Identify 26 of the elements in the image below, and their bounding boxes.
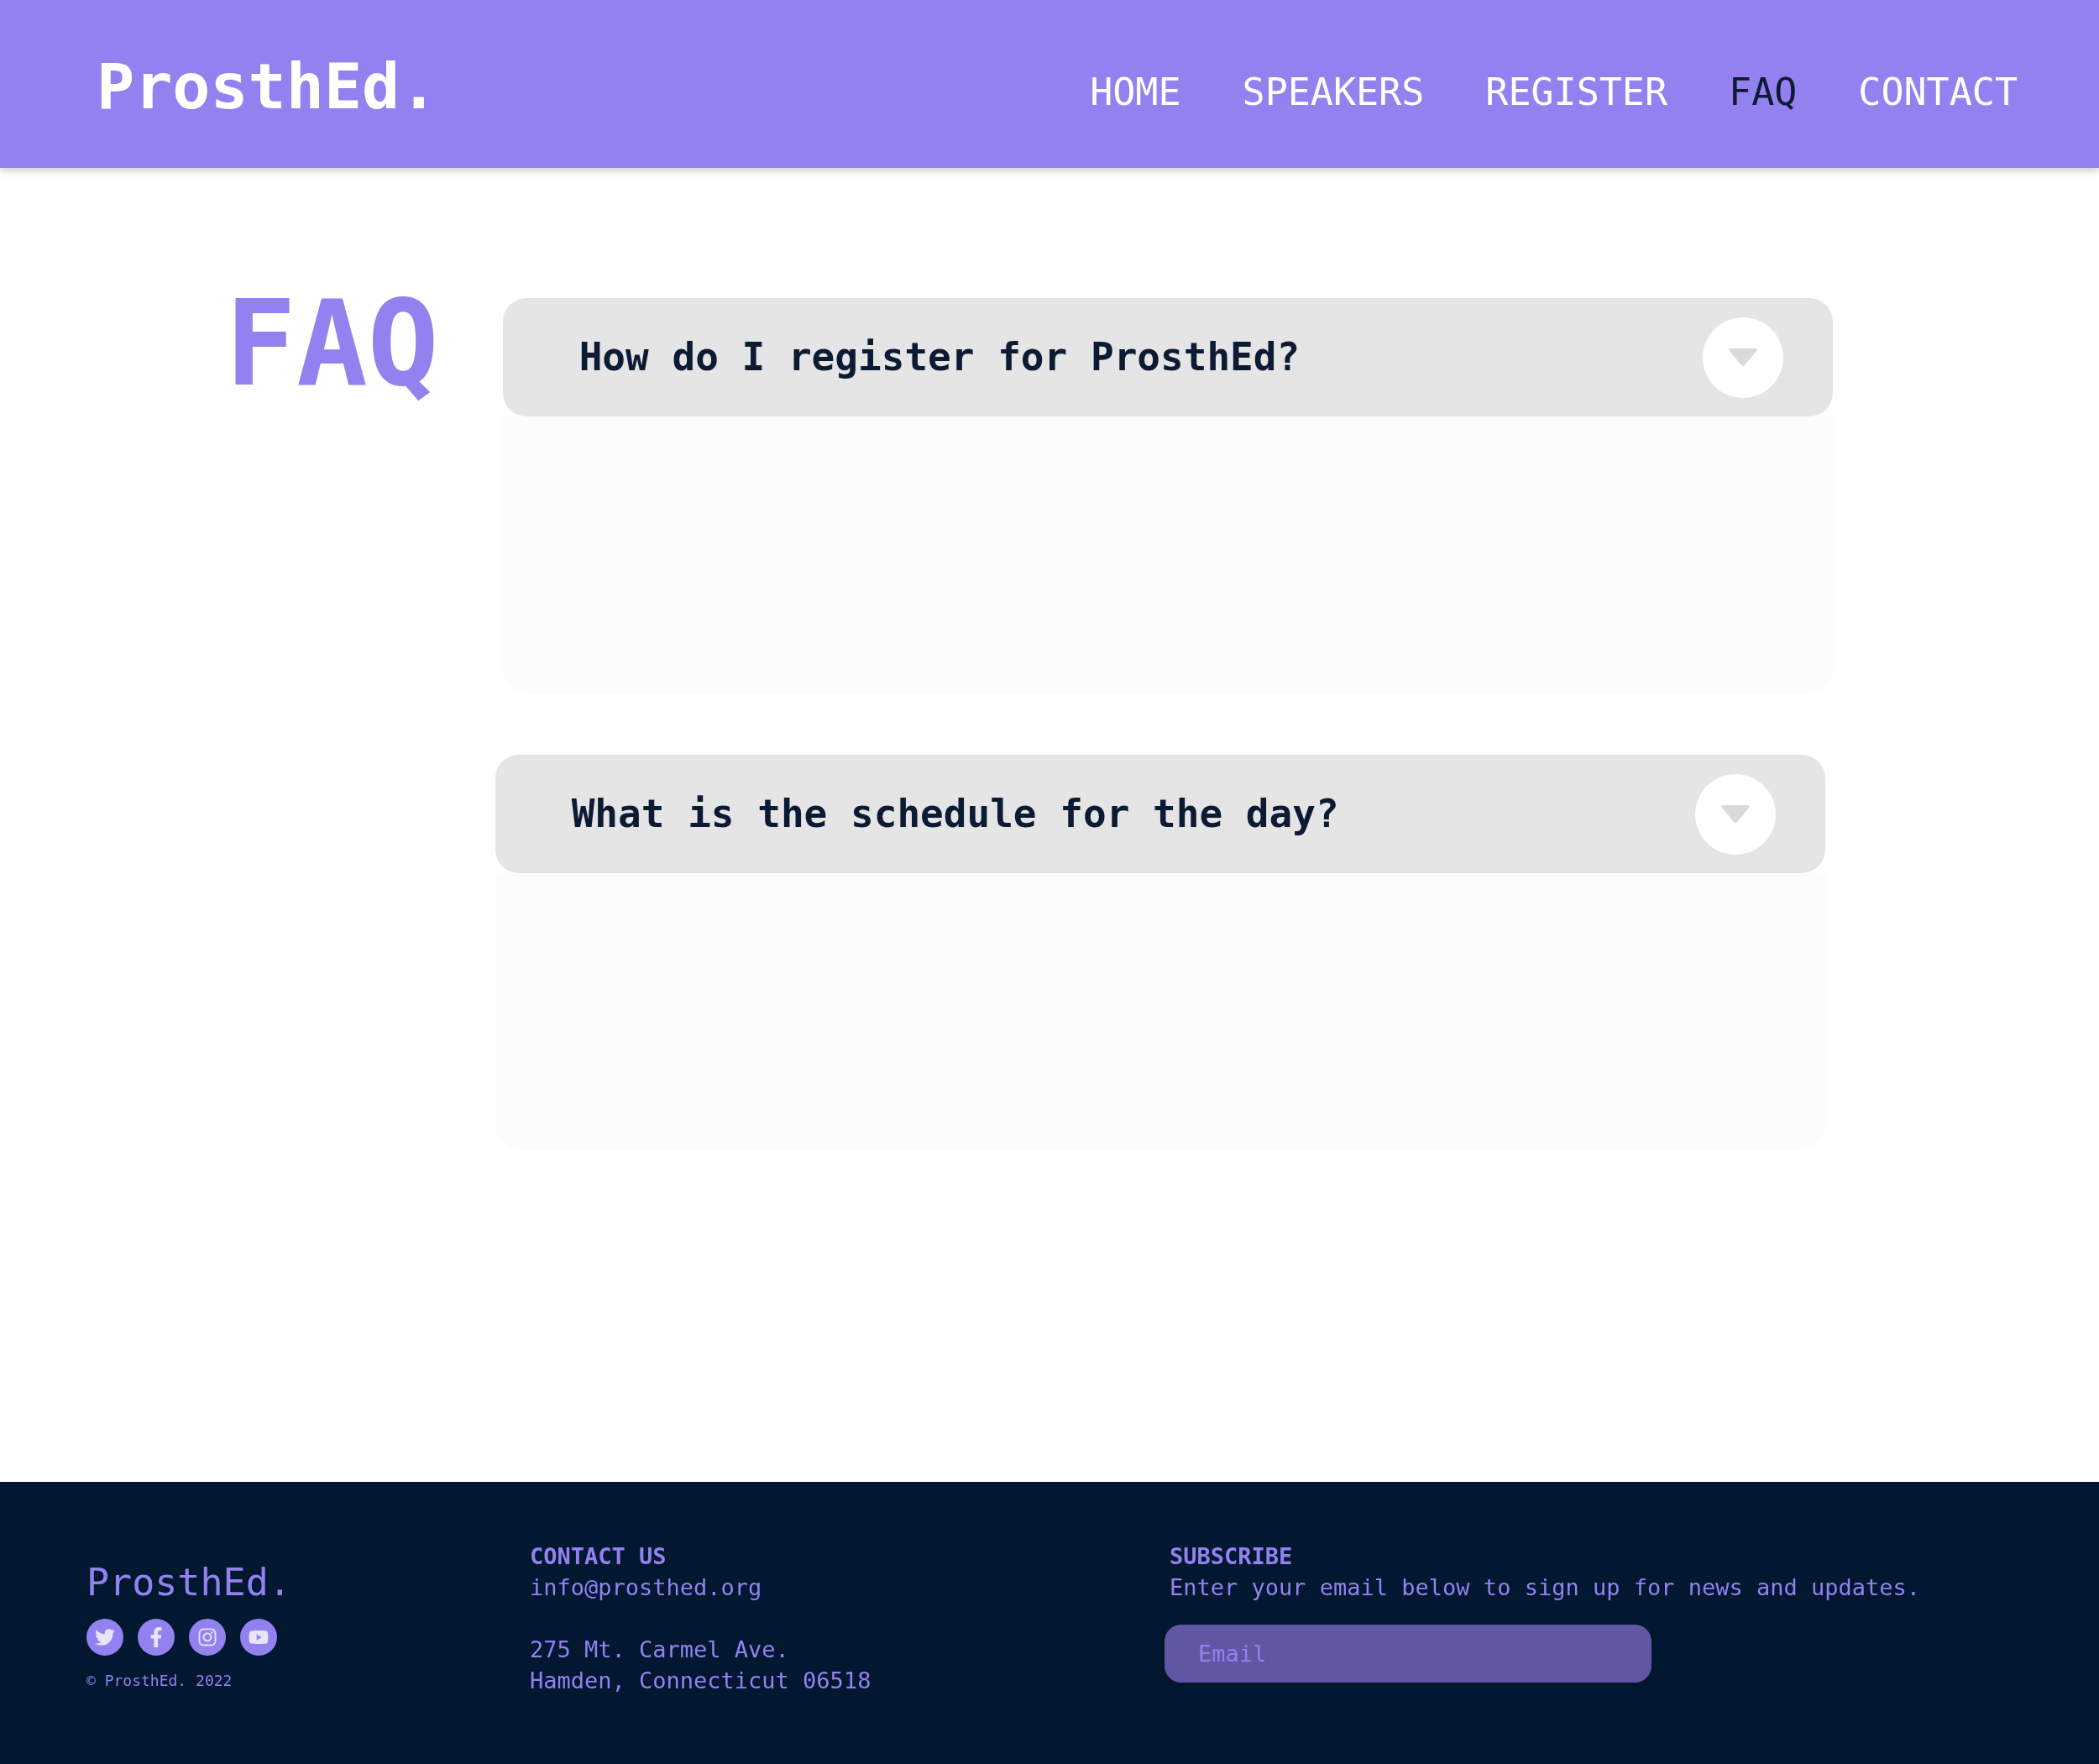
address-line: 275 Mt. Carmel Ave. — [530, 1636, 790, 1664]
question-bar[interactable]: How do I register for ProsthEd? — [502, 298, 1833, 416]
nav-link[interactable]: FAQ — [1729, 72, 1798, 111]
play-button-icon[interactable] — [240, 1619, 277, 1656]
copyright-text: © ProsthEd. 2022 — [86, 1671, 233, 1691]
subscribe-text: Enter your email below to sign up for news and updates. — [1170, 1573, 1921, 1602]
question-bar[interactable]: What is the schedule for the day? — [495, 755, 1825, 873]
bird-icon[interactable] — [86, 1619, 123, 1656]
triangle-down-icon — [1727, 347, 1758, 368]
contact-heading: CONTACT US — [530, 1542, 667, 1571]
nav-link[interactable]: REGISTER — [1485, 72, 1668, 111]
triangle-down-icon — [1720, 803, 1751, 824]
page-heading: FAQ — [225, 285, 439, 403]
nav-link[interactable]: SPEAKERS — [1242, 72, 1425, 111]
camera-icon[interactable] — [189, 1619, 226, 1656]
site-logo[interactable]: ProsthEd. — [97, 55, 438, 118]
address-line: Hamden, Connecticut 06518 — [530, 1667, 872, 1695]
email-link[interactable]: info@prosthed.org — [530, 1572, 1170, 1603]
question-text: What is the schedule for the day? — [571, 790, 1339, 838]
letter-f-icon[interactable] — [138, 1619, 175, 1656]
footer-logo[interactable]: ProsthEd. — [86, 1560, 530, 1605]
email-field[interactable]: Email — [1165, 1625, 1651, 1683]
nav-link[interactable]: HOME — [1090, 72, 1181, 111]
nav-link[interactable]: CONTACT — [1858, 72, 2018, 111]
subscribe-heading: SUBSCRIBE — [1170, 1542, 1294, 1571]
question-text: How do I register for ProsthEd? — [578, 333, 1301, 381]
